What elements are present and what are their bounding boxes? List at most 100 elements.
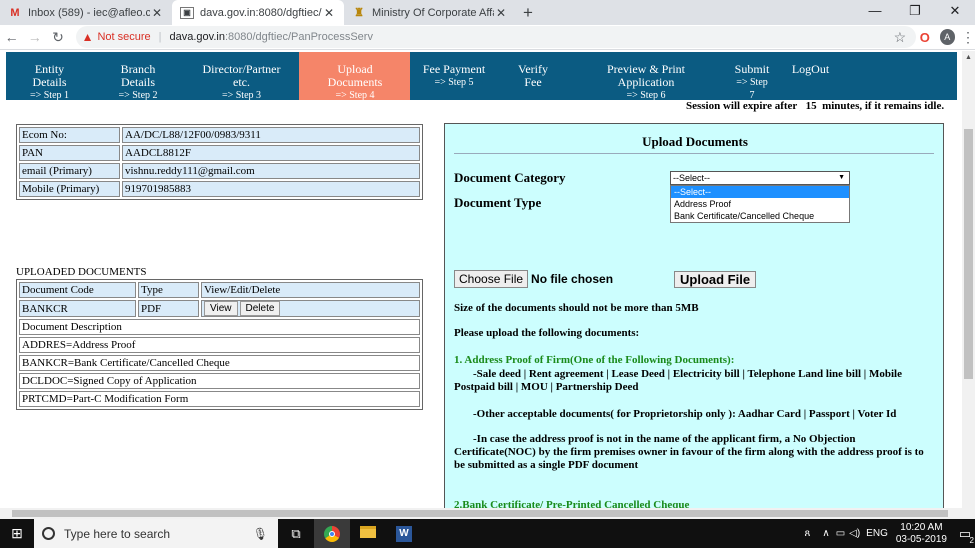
chrome-icon[interactable]	[314, 519, 350, 548]
step-fee-payment[interactable]: Fee Payment => Step 5	[410, 52, 497, 100]
scroll-up-icon[interactable]: ▲	[962, 51, 975, 64]
search-placeholder: Type here to search	[64, 526, 171, 541]
ecom-label: Ecom No:	[19, 127, 120, 143]
chevron-up-icon[interactable]: ∧	[822, 528, 829, 539]
document-type: PDF	[138, 300, 199, 317]
menu-dots-icon[interactable]: ⋮	[961, 29, 975, 46]
taskbar-search[interactable]: Type here to search 🎙	[34, 519, 278, 548]
reload-icon[interactable]: ↻	[46, 29, 69, 46]
table-row: BANKCR PDF View Delete	[19, 300, 420, 317]
step-verify-fee[interactable]: Verify Fee	[497, 52, 568, 100]
horizontal-scrollbar[interactable]	[0, 508, 975, 519]
step-label: LogOut	[791, 62, 830, 76]
close-window-icon[interactable]: ✕	[935, 0, 975, 25]
view-button[interactable]: View	[204, 301, 238, 316]
browser-tab-gmail[interactable]: M Inbox (589) - iec@afleo.com - AF ✕	[0, 0, 172, 25]
description-header: Document Description	[19, 319, 420, 335]
new-tab-button[interactable]: +	[516, 0, 540, 25]
step-label: Upload Documents	[327, 62, 383, 89]
divider	[454, 153, 934, 154]
step-label: Preview & Print Application	[607, 62, 685, 89]
size-note: Size of the documents should not be more…	[454, 302, 699, 314]
step-label: Entity Details	[32, 62, 67, 89]
system-tray: ጸ ∧ ▭ ◁) ENG 10:20 AM 03-05-2019 ▭ 2	[804, 522, 975, 546]
tab-title: Inbox (589) - iec@afleo.com - AF	[28, 6, 150, 19]
file-input[interactable]: Choose File No file chosen	[454, 270, 613, 288]
emblem-icon: ♜	[354, 7, 364, 19]
close-tab-icon[interactable]: ✕	[494, 6, 508, 20]
people-icon[interactable]: ጸ	[804, 528, 810, 539]
session-suffix: minutes, if it remains idle.	[822, 100, 945, 112]
volume-icon[interactable]: ◁)	[849, 528, 860, 539]
forward-icon[interactable]: →	[23, 29, 46, 45]
scrollbar-thumb[interactable]	[12, 510, 948, 517]
browser-tab-mca[interactable]: ♜ Ministry Of Corporate Affairs - M ✕	[344, 0, 516, 25]
scrollbar-thumb[interactable]	[964, 129, 973, 379]
description-item: BANKCR=Bank Certificate/Cancelled Cheque	[19, 355, 420, 371]
step-submit[interactable]: Submit => Step 7	[723, 52, 780, 102]
page-icon: ▣	[180, 6, 194, 19]
step-entity-details[interactable]: Entity Details => Step 1	[6, 52, 92, 102]
close-tab-icon[interactable]: ✕	[150, 6, 164, 20]
table-row: Mobile (Primary) 919701985883	[19, 181, 420, 197]
document-category-dropdown: --Select-- Address Proof Bank Certificat…	[670, 185, 850, 223]
pan-label: PAN	[19, 145, 120, 161]
table-row: DCLDOC=Signed Copy of Application	[19, 373, 420, 389]
document-category-select[interactable]: --Select-- ▼	[670, 171, 850, 185]
clock-time: 10:20 AM	[900, 521, 943, 533]
description-item: DCLDOC=Signed Copy of Application	[19, 373, 420, 389]
word-icon[interactable]: W	[386, 525, 422, 542]
page-content: Entity Details => Step 1 Branch Details =>…	[0, 51, 962, 508]
microphone-icon[interactable]: 🎙	[253, 527, 268, 541]
delete-button[interactable]: Delete	[239, 301, 281, 316]
address-proof-list: -Sale deed | Rent agreement | Lease Deed…	[454, 368, 902, 393]
bookmark-star-icon[interactable]: ☆	[894, 29, 907, 46]
step-director-partner[interactable]: Director/Partner etc. => Step 3	[183, 52, 299, 102]
notification-count: 2	[969, 535, 974, 545]
address-bar[interactable]: ▲ Not secure | dava.gov.in:8080/dgftiec/…	[75, 26, 917, 48]
upload-file-button[interactable]: Upload File	[674, 271, 757, 288]
choose-file-button[interactable]: Choose File	[454, 270, 529, 288]
panel-title: Upload Documents	[642, 134, 748, 149]
url-host: dava.gov.in	[169, 31, 225, 43]
step-label: Fee Payment	[422, 62, 486, 76]
notifications-icon[interactable]: ▭ 2	[955, 526, 975, 545]
mobile-label: Mobile (Primary)	[19, 181, 120, 197]
task-view-icon[interactable]: ⧉	[278, 526, 314, 542]
tab-title: dava.gov.in:8080/dgftiec/PanPro	[200, 6, 322, 19]
browser-tab-dava[interactable]: ▣ dava.gov.in:8080/dgftiec/PanPro ✕	[172, 0, 344, 25]
back-icon[interactable]: ←	[0, 29, 23, 45]
dropdown-option[interactable]: Address Proof	[671, 198, 849, 210]
dropdown-option[interactable]: Bank Certificate/Cancelled Cheque	[671, 210, 849, 222]
language-indicator[interactable]: ENG	[866, 528, 888, 539]
pan-value: AADCL8812F	[122, 145, 420, 161]
step-label: Branch Details	[120, 62, 156, 89]
minimize-icon[interactable]: —	[855, 0, 895, 25]
table-row: ADDRES=Address Proof	[19, 337, 420, 353]
profile-avatar[interactable]: A	[939, 29, 956, 45]
not-secure-label[interactable]: Not secure	[97, 31, 150, 43]
windows-start-icon[interactable]: ⊞	[0, 525, 34, 542]
uploaded-documents-table: Document Code Type View/Edit/Delete BANK…	[16, 279, 423, 410]
restore-icon[interactable]: ❐	[895, 0, 935, 25]
clock[interactable]: 10:20 AM 03-05-2019	[896, 522, 947, 546]
applicant-info-table: Ecom No: AA/DC/L88/12F00/0983/9311 PAN AAD…	[16, 124, 423, 200]
table-row: Document Description	[19, 319, 420, 335]
window-controls: — ❐ ✕	[855, 0, 975, 25]
dropdown-option[interactable]: --Select--	[671, 186, 849, 198]
table-row: Ecom No: AA/DC/L88/12F00/0983/9311	[19, 127, 420, 143]
step-branch-details[interactable]: Branch Details => Step 2	[92, 52, 183, 102]
network-icon[interactable]: ▭	[836, 528, 845, 539]
select-value: --Select--	[673, 173, 711, 183]
step-preview-print[interactable]: Preview & Print Application => Step 6	[568, 52, 723, 102]
column-header: View/Edit/Delete	[201, 282, 420, 298]
table-header-row: Document Code Type View/Edit/Delete	[19, 282, 420, 298]
file-explorer-icon[interactable]	[350, 526, 386, 541]
step-logout[interactable]: LogOut	[780, 52, 840, 100]
description-item: ADDRES=Address Proof	[19, 337, 420, 353]
step-upload-documents[interactable]: Upload Documents => Step 4	[299, 52, 410, 101]
session-prefix: Session will expire after	[686, 100, 798, 112]
extension-icon[interactable]: O	[916, 30, 933, 45]
close-tab-icon[interactable]: ✕	[322, 6, 336, 20]
vertical-scrollbar[interactable]: ▲	[962, 51, 975, 508]
